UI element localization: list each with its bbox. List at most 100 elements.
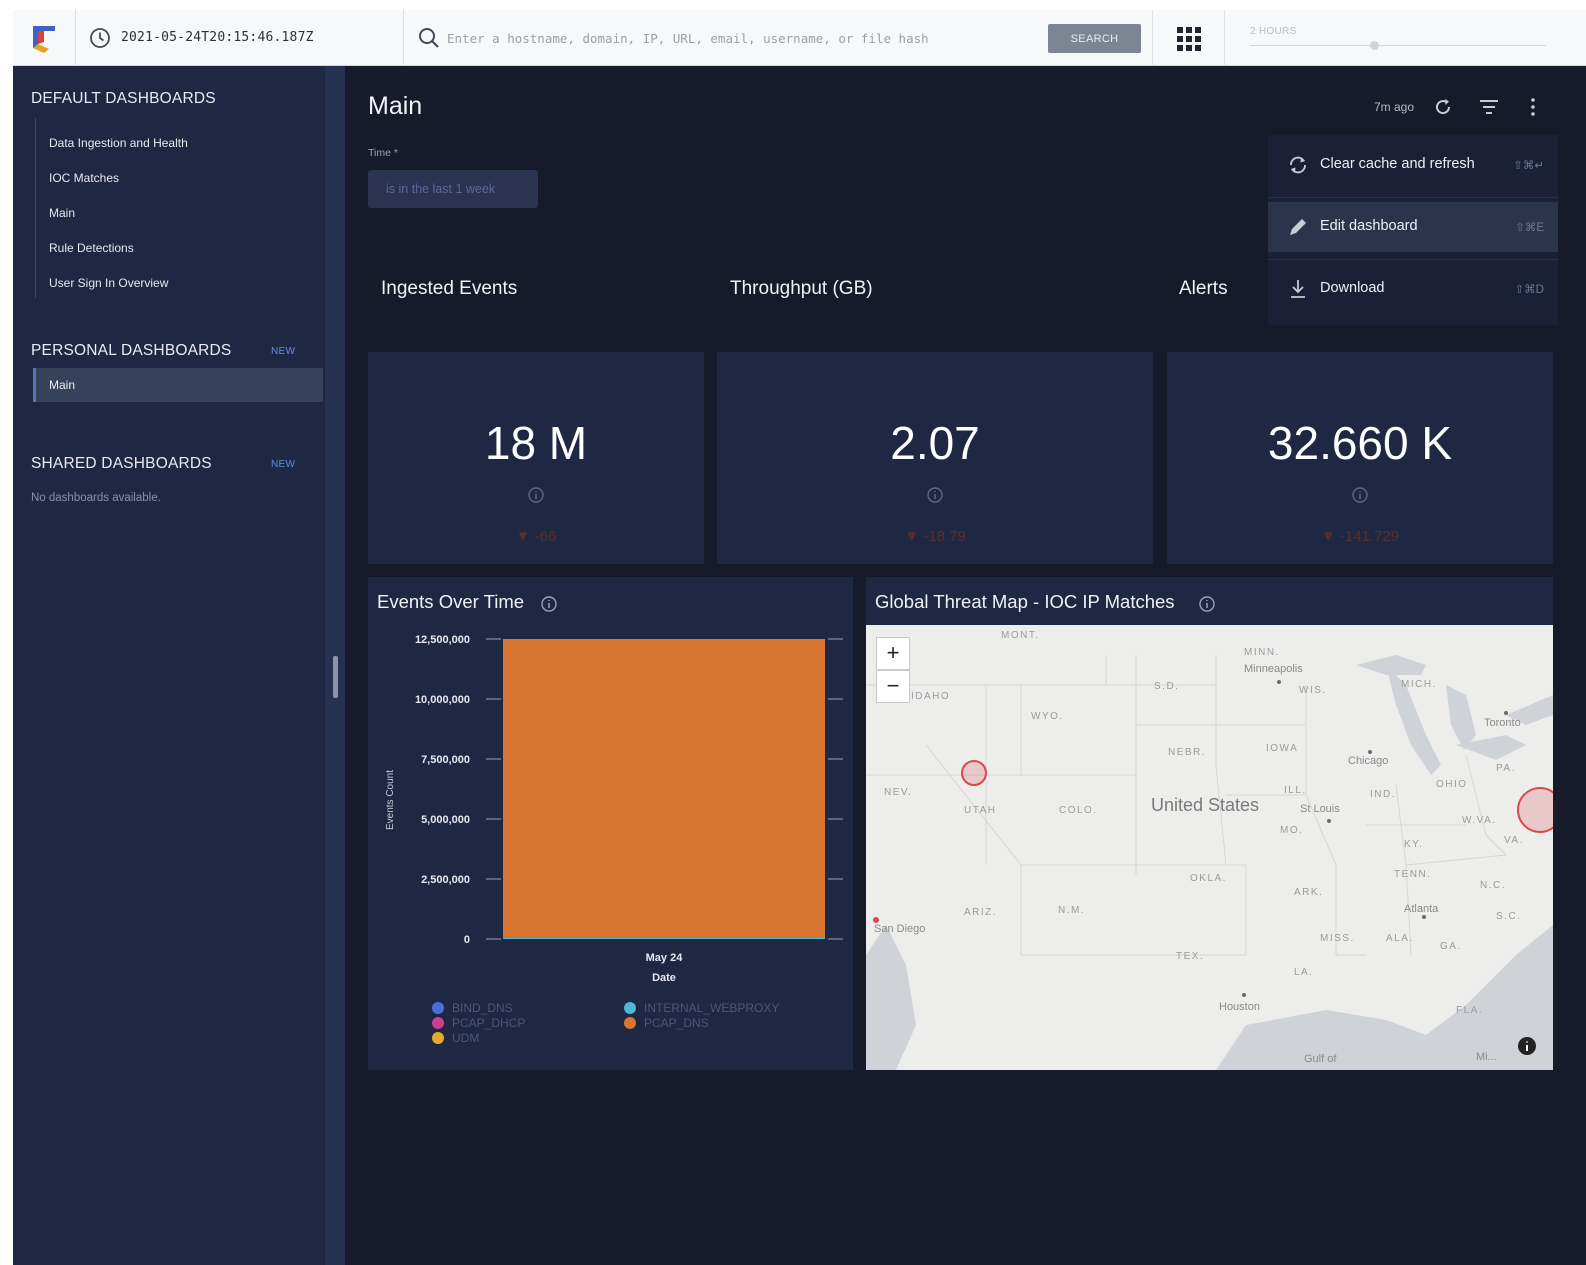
menu-item-shortcut: ⇧⌘E <box>1515 222 1544 234</box>
last-updated: 7m ago <box>1374 100 1415 114</box>
sync-icon <box>1290 156 1306 174</box>
map-state-label: PA. <box>1496 763 1516 774</box>
map-state-label: MISS. <box>1320 933 1355 944</box>
divider <box>1224 10 1225 66</box>
panel-title: Global Threat Map - IOC IP Matches <box>875 591 1175 612</box>
legend-label: INTERNAL_WEBPROXY <box>644 1001 780 1015</box>
map-city-label: San Diego <box>874 923 926 935</box>
sidebar-item-label: Main <box>49 378 76 392</box>
sidebar-item-user-sign-in[interactable]: User Sign In Overview <box>49 276 168 290</box>
menu-item-shortcut: ⇧⌘↵ <box>1513 160 1544 172</box>
map-state-label: ARK. <box>1294 887 1324 898</box>
legend-item[interactable]: PCAP_DHCP <box>432 1016 525 1030</box>
sidebar-item-rule-detections[interactable]: Rule Detections <box>49 241 134 255</box>
app-window: 2021-05-24T20:15:46.187Z SEARCH 2 HOURS … <box>13 10 1586 1265</box>
stat-delta: ▼ -66 <box>515 528 557 545</box>
more-vertical-icon[interactable] <box>1523 96 1543 118</box>
stat-card-alerts[interactable]: 32.660 K ▼ -141.729 <box>1167 352 1553 564</box>
map-zoom-out-button[interactable]: − <box>876 670 910 703</box>
info-icon[interactable] <box>527 486 545 504</box>
map-zoom-in-button[interactable]: + <box>876 637 910 670</box>
search-button[interactable]: SEARCH <box>1048 24 1141 53</box>
menu-item-label: Edit dashboard <box>1320 218 1418 234</box>
y-tick-label: 12,500,000 <box>415 634 470 646</box>
map-state-label: S.C. <box>1496 911 1522 922</box>
chronicle-logo-icon[interactable] <box>29 22 59 54</box>
map-city-label: Chicago <box>1348 755 1389 767</box>
time-range-slider[interactable] <box>1250 45 1546 46</box>
search-input[interactable] <box>447 24 1037 52</box>
dashboard-options-menu: Clear cache and refresh ⇧⌘↵ Edit dashboa… <box>1268 135 1558 325</box>
menu-item-shortcut: ⇧⌘D <box>1514 284 1544 296</box>
info-icon[interactable] <box>1517 1036 1537 1056</box>
map-state-label: MINN. <box>1244 647 1280 658</box>
sidebar-item-data-ingestion[interactable]: Data Ingestion and Health <box>49 136 188 150</box>
info-icon[interactable] <box>1198 595 1216 613</box>
sidebar-item-ioc-matches[interactable]: IOC Matches <box>49 171 119 185</box>
bar-segment-pcap-dns[interactable] <box>503 639 825 938</box>
filter-icon[interactable] <box>1478 97 1500 117</box>
y-tick-label: 0 <box>464 934 470 946</box>
legend-item[interactable]: PCAP_DNS <box>624 1016 709 1030</box>
map-state-label: WYO. <box>1031 711 1064 722</box>
menu-item-label: Clear cache and refresh <box>1320 156 1475 172</box>
legend-item[interactable]: BIND_DNS <box>432 1001 513 1015</box>
legend-swatch <box>432 1017 444 1029</box>
legend-item[interactable]: INTERNAL_WEBPROXY <box>624 1001 779 1015</box>
menu-item-edit-dashboard[interactable]: Edit dashboard ⇧⌘E <box>1268 202 1558 252</box>
sidebar-item-personal-main[interactable]: Main <box>33 368 323 402</box>
new-personal-dashboard-button[interactable]: NEW <box>271 346 295 357</box>
legend-label: PCAP_DHCP <box>452 1016 526 1030</box>
y-axis-label: Events Count <box>385 770 396 830</box>
stat-card-throughput[interactable]: 2.07 ▼ -18.79 <box>717 352 1153 564</box>
refresh-icon[interactable] <box>1432 96 1454 118</box>
download-icon <box>1291 280 1305 298</box>
timestamp[interactable]: 2021-05-24T20:15:46.187Z <box>121 30 314 45</box>
divider <box>1152 10 1153 66</box>
map-city-label: Minneapolis <box>1244 663 1303 675</box>
pencil-icon <box>1290 219 1306 235</box>
tree-line <box>35 118 36 298</box>
new-shared-dashboard-button[interactable]: NEW <box>271 459 295 470</box>
shared-dashboards-heading: SHARED DASHBOARDS <box>31 455 212 472</box>
divider <box>1268 259 1558 260</box>
map-state-label: ALA. <box>1386 933 1414 944</box>
sidebar-item-main[interactable]: Main <box>49 206 75 220</box>
map-layer <box>866 655 1553 1070</box>
sidebar-resize-handle[interactable] <box>333 656 338 698</box>
map-city-label: Mi... <box>1476 1051 1497 1063</box>
info-icon[interactable] <box>1351 486 1369 504</box>
map-state-label: TENN. <box>1394 869 1432 880</box>
time-range-label: 2 HOURS <box>1250 26 1297 37</box>
legend-swatch <box>432 1032 444 1044</box>
stat-delta: ▼ -141.729 <box>1320 528 1400 545</box>
default-dashboards-heading: DEFAULT DASHBOARDS <box>31 90 216 107</box>
menu-item-download[interactable]: Download ⇧⌘D <box>1268 264 1558 314</box>
divider <box>1268 197 1558 198</box>
bar-segment-internal-webproxy[interactable] <box>503 937 825 939</box>
time-range-slider-thumb[interactable] <box>1370 41 1379 50</box>
apps-grid-icon[interactable] <box>1176 26 1202 52</box>
map-state-label: ARIZ. <box>964 907 998 918</box>
info-icon[interactable] <box>926 486 944 504</box>
info-icon[interactable] <box>540 595 558 613</box>
map-state-label: N.M. <box>1058 905 1086 916</box>
panel-title: Events Over Time <box>377 591 525 612</box>
legend-item[interactable]: UDM <box>432 1031 479 1045</box>
stat-title-ingested: Ingested Events <box>381 278 518 299</box>
threat-map[interactable]: + − United States MONT. IDAHO WYO. S.D. MINN… <box>866 625 1553 1070</box>
time-filter[interactable]: is in the last 1 week <box>368 170 538 208</box>
map-state-label: LA. <box>1294 967 1314 978</box>
legend-swatch <box>432 1002 444 1014</box>
menu-item-clear-cache[interactable]: Clear cache and refresh ⇧⌘↵ <box>1268 140 1558 190</box>
x-axis-label: Date <box>652 972 676 984</box>
y-tick-label: 7,500,000 <box>421 754 470 766</box>
map-state-label: MICH. <box>1401 679 1437 690</box>
map-state-label: NEV. <box>884 787 913 798</box>
stat-card-ingested-events[interactable]: 18 M ▼ -66 <box>368 352 704 564</box>
map-state-label: GA. <box>1440 941 1462 952</box>
map-state-label: N.C. <box>1480 880 1506 891</box>
divider <box>403 10 404 66</box>
stat-title-throughput: Throughput (GB) <box>730 278 873 299</box>
divider <box>75 10 76 66</box>
